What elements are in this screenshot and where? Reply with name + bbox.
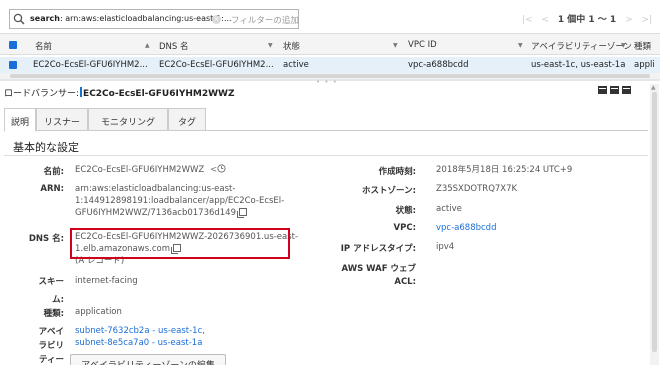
column-header-dns[interactable]: DNS 名 [159, 40, 189, 52]
column-header-az[interactable]: アベイラビリティーゾーン [531, 40, 632, 52]
az-dropdown-icon[interactable]: ▼ [621, 42, 626, 49]
drag-handle-icon[interactable]: • • • [316, 78, 338, 86]
subnet-link-2[interactable]: subnet-8e5ca7a0 - us-east-1a [75, 337, 205, 349]
section-divider [4, 155, 648, 156]
row-checkbox[interactable] [9, 61, 17, 69]
search-input[interactable]: search: arn:aws:elasticloadbalancing:us-… [9, 9, 299, 29]
tab-description[interactable]: 説明 [4, 108, 36, 132]
name-value: EC2Co-EcsEl-GFU6IYHM2WWZ < [75, 164, 226, 176]
state-dropdown-icon[interactable]: ▼ [393, 42, 398, 49]
pagination: |< < 1 個中 1 ～ 1 > >| [519, 12, 655, 25]
column-header-name[interactable]: 名前 [35, 40, 52, 52]
add-filter-placeholder[interactable]: フィルターの追加 [231, 14, 299, 26]
created-value: 2018年5月18日 16:25:24 UTC+9 [436, 165, 573, 175]
scheme-label: スキー ム: [38, 277, 64, 305]
layout-min-icon[interactable] [622, 86, 631, 94]
detail-title-name: EC2Co-EcsEl-GFU6IYHM2WWZ [83, 89, 235, 99]
scroll-up-icon[interactable]: ▲ [651, 84, 656, 91]
arn-label: ARN: [40, 184, 64, 194]
vpc-link[interactable]: vpc-a688bcdd [436, 222, 496, 234]
tab-monitoring[interactable]: モニタリング [88, 108, 168, 131]
search-token[interactable]: search: arn:aws:elasticloadbalancing:us-… [30, 14, 232, 23]
dns-dropdown-icon[interactable]: ▼ [268, 42, 273, 49]
page-count: 1 個中 1 ～ 1 [557, 15, 617, 25]
state-value: active [436, 204, 462, 214]
cell-dns: EC2Co-EcsEl-GFU6IYHM2... [159, 60, 274, 70]
state-label: 状態: [395, 206, 416, 216]
prev-page-icon[interactable]: < [541, 15, 549, 25]
ip-type-value: ipv4 [436, 242, 455, 252]
edit-az-button[interactable]: アベイラビリティーゾーンの編集 [70, 354, 226, 365]
section-title: 基本的な設定 [13, 141, 79, 154]
edit-name-icon[interactable]: < [210, 164, 226, 175]
copy-icon[interactable] [237, 208, 248, 218]
panel-layout-icons [598, 86, 634, 97]
table-header: 名前 ▲ DNS 名 ▼ 状態 ▼ VPC ID ▼ アベイラビリティーゾーン … [0, 33, 660, 55]
cell-vpc: vpc-a688bcdd [408, 60, 469, 70]
cell-state: active [283, 60, 309, 70]
az-label: アベイ ラビリ ティー [38, 327, 64, 365]
sort-asc-icon[interactable]: ▲ [145, 42, 150, 49]
search-icon [13, 13, 25, 25]
vpc-dropdown-icon[interactable]: ▼ [518, 42, 523, 49]
tab-listeners[interactable]: リスナー [36, 108, 88, 131]
az-subnets[interactable]: subnet-7632cb2a - us-east-1c, subnet-8e5… [75, 325, 205, 349]
select-all-checkbox[interactable] [9, 41, 17, 49]
created-label: 作成時刻: [378, 167, 416, 177]
dns-label: DNS 名: [28, 234, 64, 244]
cell-az: us-east-1c, us-east-1a [531, 60, 626, 70]
table-row[interactable]: EC2Co-EcsEl-GFU6IYHM2... EC2Co-EcsEl-GFU… [0, 57, 660, 73]
arn-value: arn:aws:elasticloadbalancing:us-east- 1:… [75, 184, 285, 218]
column-header-vpc[interactable]: VPC ID [408, 40, 437, 50]
clear-token-icon[interactable]: × [212, 15, 221, 24]
waf-label: AWS WAF ウェブ ACL: [341, 264, 417, 287]
name-label: 名前: [43, 167, 64, 177]
tab-tags[interactable]: タグ [168, 108, 206, 131]
vpc-label: VPC: [393, 223, 416, 233]
ip-type-label: IP アドレスタイプ: [340, 244, 416, 254]
scrollbar-thumb[interactable] [652, 92, 657, 352]
column-header-state[interactable]: 状態 [283, 40, 300, 52]
cell-name: EC2Co-EcsEl-GFU6IYHM2... [33, 60, 148, 70]
detail-title-prefix: ロードバランサー: [4, 89, 80, 99]
last-page-icon[interactable]: >| [642, 15, 653, 25]
scheme-value: internet-facing [75, 276, 138, 286]
first-page-icon[interactable]: |< [522, 15, 533, 25]
layout-split-icon[interactable] [610, 86, 619, 94]
vertical-scrollbar[interactable]: ▲ [650, 84, 659, 365]
hostzone-label: ホストゾーン: [362, 186, 416, 196]
detail-title: ロードバランサー: EC2Co-EcsEl-GFU6IYHM2WWZ [4, 86, 235, 99]
column-header-type[interactable]: 種類 [634, 40, 651, 52]
type-label: 種類: [43, 309, 64, 319]
next-page-icon[interactable]: > [625, 15, 633, 25]
highlight-box [70, 228, 290, 259]
layout-full-icon[interactable] [598, 86, 607, 94]
type-value: application [75, 307, 122, 317]
hostzone-value: Z35SXDOTRQ7X7K [436, 184, 518, 194]
cell-type: appli [634, 60, 655, 70]
subnet-link-1[interactable]: subnet-7632cb2a - us-east-1c, [75, 325, 205, 337]
